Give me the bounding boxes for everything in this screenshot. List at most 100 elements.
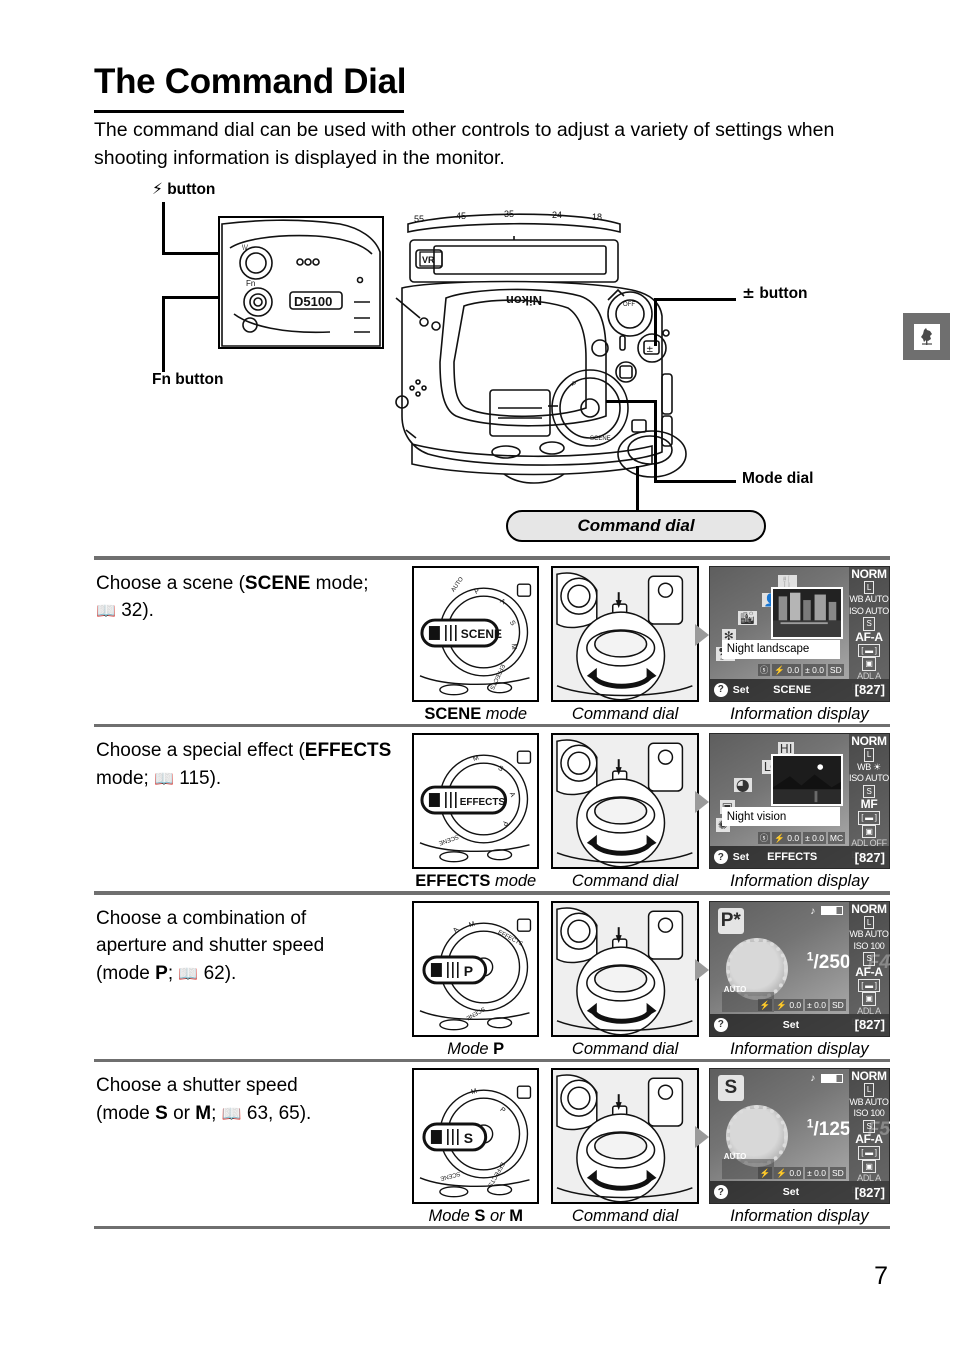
flash-comp-value: ⚡ 0.0 [772, 831, 802, 844]
image-size-value: L [849, 1083, 889, 1097]
book-icon: 📖 [178, 963, 199, 983]
exposure-comp-value: ± 0.0 [803, 831, 826, 844]
svg-text:D5100: D5100 [294, 294, 332, 309]
info-set-label: Set [732, 683, 750, 696]
mode-dial-figure: M P EFFECTS SCENE S Mode S or M [412, 1068, 540, 1226]
mode-dial-figure: M A EFFECTS SCENE P Mode P [412, 900, 540, 1059]
table-row: Choose a special effect (EFFECTS mode; 📖 … [94, 727, 890, 891]
color-sketch-icon: ◕ [733, 775, 752, 794]
svg-text:SCENE: SCENE [461, 626, 502, 640]
leader-line [654, 298, 657, 346]
leader-line [162, 252, 220, 255]
effect-name-tooltip: Night vision [721, 807, 840, 826]
white-balance-value: WB AUTO [849, 1096, 889, 1107]
flash-comp-value: ⚡ 0.0 [774, 999, 804, 1011]
lcd-bottom-bar: ? Set EFFECTS [827] [709, 846, 889, 868]
lcd-bottom-bar: ? Set SCENE [827] [709, 678, 889, 701]
release-mode-value: S [849, 1119, 889, 1133]
mode-dial-caption: Mode S or M [428, 1207, 523, 1225]
lcd-screen: 🍴 👤 🏙 ✻ ⛷ [708, 565, 890, 702]
exposure-comp-value: ± 0.0 [803, 664, 826, 676]
command-dial-image [551, 1068, 699, 1204]
svg-text:\\/: \\/ [242, 245, 248, 252]
command-dial-image [551, 565, 699, 702]
mode-dial-figure: M S A P SCENE EFFECTS EFFECTS mode [412, 733, 540, 891]
svg-text:18: 18 [592, 212, 602, 222]
picture-control-value: SD [827, 664, 844, 676]
scene-thumbnail [771, 586, 843, 639]
lcd-screen: S ♪ 1/125 F5.6 AUTO [708, 1068, 890, 1204]
focus-mode-value: AF-A [855, 629, 883, 644]
release-mode-value: S [849, 617, 889, 631]
fn-button-label: Fn button [152, 371, 224, 388]
image-quality-value: NORM [851, 566, 887, 581]
mode-dial-image: P A S M EFFECTS AUTO SCENE [412, 565, 540, 702]
information-display-figure: HI LO ◕ ▣ ✺ [694, 733, 890, 891]
leader-line [162, 202, 165, 254]
exposure-comp-button-label: ± button [742, 284, 808, 302]
shutter-speed-value: 1/125 [806, 1117, 851, 1141]
page-number: 7 [874, 1262, 888, 1290]
svg-text:P: P [464, 962, 473, 978]
lcd-top-icons: ♪ [810, 906, 843, 917]
flow-arrow-icon [694, 1126, 709, 1148]
chapter-tab [903, 313, 950, 360]
command-dial-image [551, 733, 699, 869]
information-display-image: HI LO ◕ ▣ ✺ [708, 733, 890, 869]
shots-remaining: [827] [854, 1184, 885, 1200]
iso-value: ISO AUTO [849, 605, 889, 616]
af-area-mode-value: [ ▬ ] [849, 643, 889, 657]
manual-page: The Command Dial The command dial can be… [0, 0, 954, 1352]
intro-paragraph: The command dial can be used with other … [94, 119, 835, 169]
camera-inset-closeup: D5100 Fn \\/ [218, 216, 384, 349]
svg-text:M: M [470, 1088, 478, 1096]
row-figures: M A EFFECTS SCENE P Mode P Command dial … [412, 895, 890, 1059]
shutter-speed-value: 1/250 [806, 949, 851, 973]
row-figures: M P EFFECTS SCENE S Mode S or M Command … [412, 1062, 890, 1226]
shooting-mode-value: EFFECTS [767, 851, 818, 863]
lcd-status-strip: ⓢ ⚡ 0.0 ± 0.0 MC [757, 831, 847, 844]
leader-line [636, 466, 639, 512]
info-set-label: Set [782, 1186, 800, 1198]
iso-value: ISO AUTO [849, 773, 889, 783]
exposure-compensation-icon: ± [742, 284, 755, 302]
lcd-settings-column: NORM L WB AUTO ISO 100 S AF-A [ ▬ ] ▣ AD… [849, 1069, 889, 1195]
svg-text:S: S [464, 1130, 473, 1146]
leader-line [162, 296, 220, 299]
battery-icon [821, 906, 843, 916]
lcd-bottom-bar: ? Set [827] [709, 1013, 889, 1036]
flash-comp-value: ⚡ 0.0 [772, 664, 802, 676]
mode-dial-image: M S A P SCENE EFFECTS [412, 733, 540, 869]
help-icon: ? [713, 1017, 728, 1032]
command-dial-figure: Command dial [551, 1068, 699, 1226]
beep-icon: ♪ [810, 1073, 816, 1084]
information-display-image: 🍴 👤 🏙 ✻ ⛷ [708, 565, 890, 702]
effect-thumbnail [771, 754, 843, 806]
info-set-label: Set [732, 851, 750, 863]
lcd-settings-column: NORM L WB AUTO ISO AUTO S AF-A [ ▬ ] ▣ A… [849, 566, 889, 692]
metering-value: ▣ [849, 992, 889, 1006]
af-area-mode-value: [ ▬ ] [849, 811, 889, 825]
flash-mode-value: ⚡ [757, 1166, 773, 1179]
svg-text:45: 45 [456, 211, 466, 221]
mode-badge: S [717, 1075, 744, 1101]
white-balance-value: WB ☀ [857, 761, 881, 772]
battery-icon [821, 1073, 843, 1083]
svg-text:EFFECTS: EFFECTS [460, 797, 506, 808]
svg-text:35: 35 [504, 209, 514, 219]
mode-dial-image: M P EFFECTS SCENE S [412, 1068, 540, 1204]
svg-text:OFF: OFF [623, 302, 635, 308]
leader-line [654, 298, 736, 301]
mode-dial-figure: P A S M EFFECTS AUTO SCENE SCENE mode [412, 565, 540, 724]
command-dial-callout: Command dial [506, 510, 766, 542]
leader-line [162, 296, 165, 372]
page-title: The Command Dial [94, 62, 407, 101]
svg-text:P: P [500, 820, 508, 827]
svg-text:A: A [508, 791, 516, 798]
af-area-mode-value: [ ▬ ] [849, 1146, 889, 1160]
exposure-comp-value: ± 0.0 [805, 1166, 828, 1179]
svg-text:Nikon: Nikon [506, 293, 542, 308]
info-set-label: Set [782, 1018, 800, 1031]
leader-line [654, 400, 657, 482]
mode-dial-label: Mode dial [742, 470, 814, 487]
